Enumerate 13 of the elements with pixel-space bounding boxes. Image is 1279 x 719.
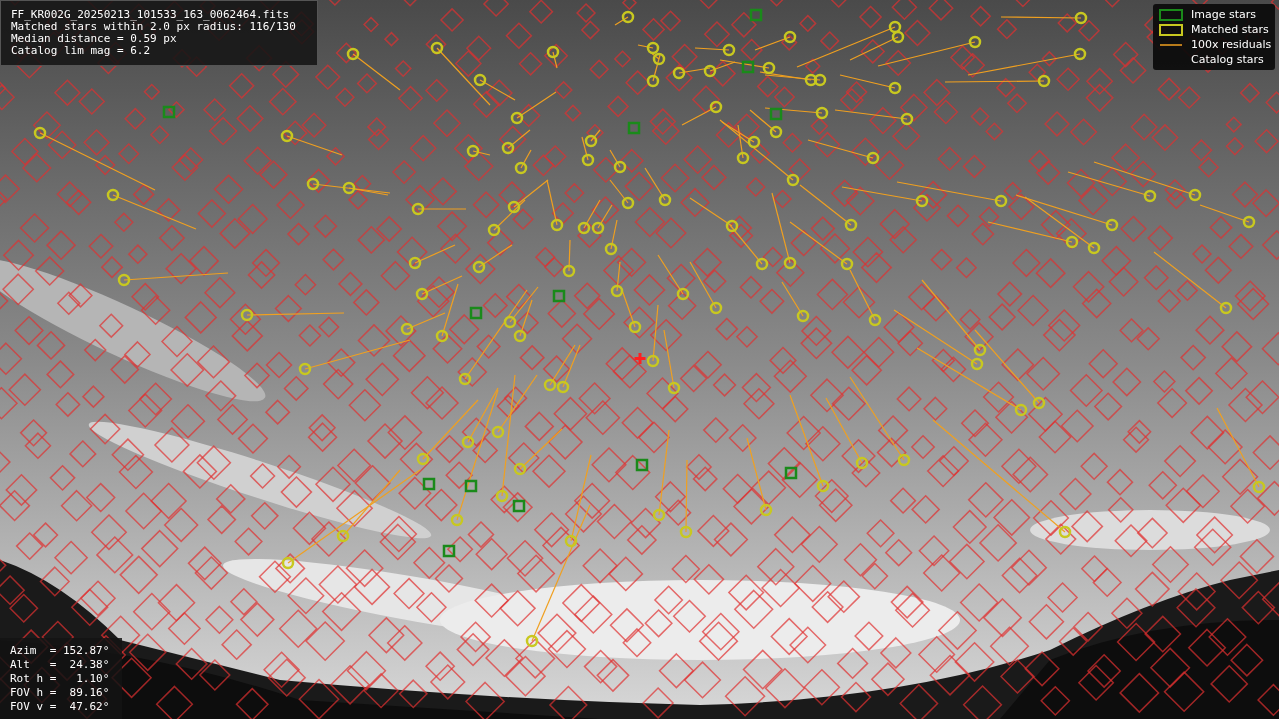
pointing-text: FOV v = 47.62° bbox=[10, 700, 111, 713]
info-text: Catalog lim mag = 6.2 bbox=[11, 45, 152, 57]
legend-label: Catalog stars bbox=[1191, 53, 1264, 66]
legend-label: 100x residuals bbox=[1191, 38, 1272, 51]
legend-label: Matched stars bbox=[1191, 23, 1269, 36]
info-text: Median distance = 0.59 px bbox=[11, 33, 178, 45]
pointing-text: FOV h = 89.16° bbox=[10, 686, 111, 699]
info-text: FF_KR002G_20250213_101533_163_0062464.fits bbox=[11, 9, 291, 21]
pointing-text: Alt = 24.38° bbox=[10, 658, 111, 671]
legend-label: Image stars bbox=[1191, 8, 1256, 21]
info-text: Matched stars within 2.0 px radius: 116/130 bbox=[11, 21, 297, 33]
pointing-text: Rot h = 1.10° bbox=[10, 672, 111, 685]
pointing-text: Azim = 152.87° bbox=[10, 644, 111, 657]
